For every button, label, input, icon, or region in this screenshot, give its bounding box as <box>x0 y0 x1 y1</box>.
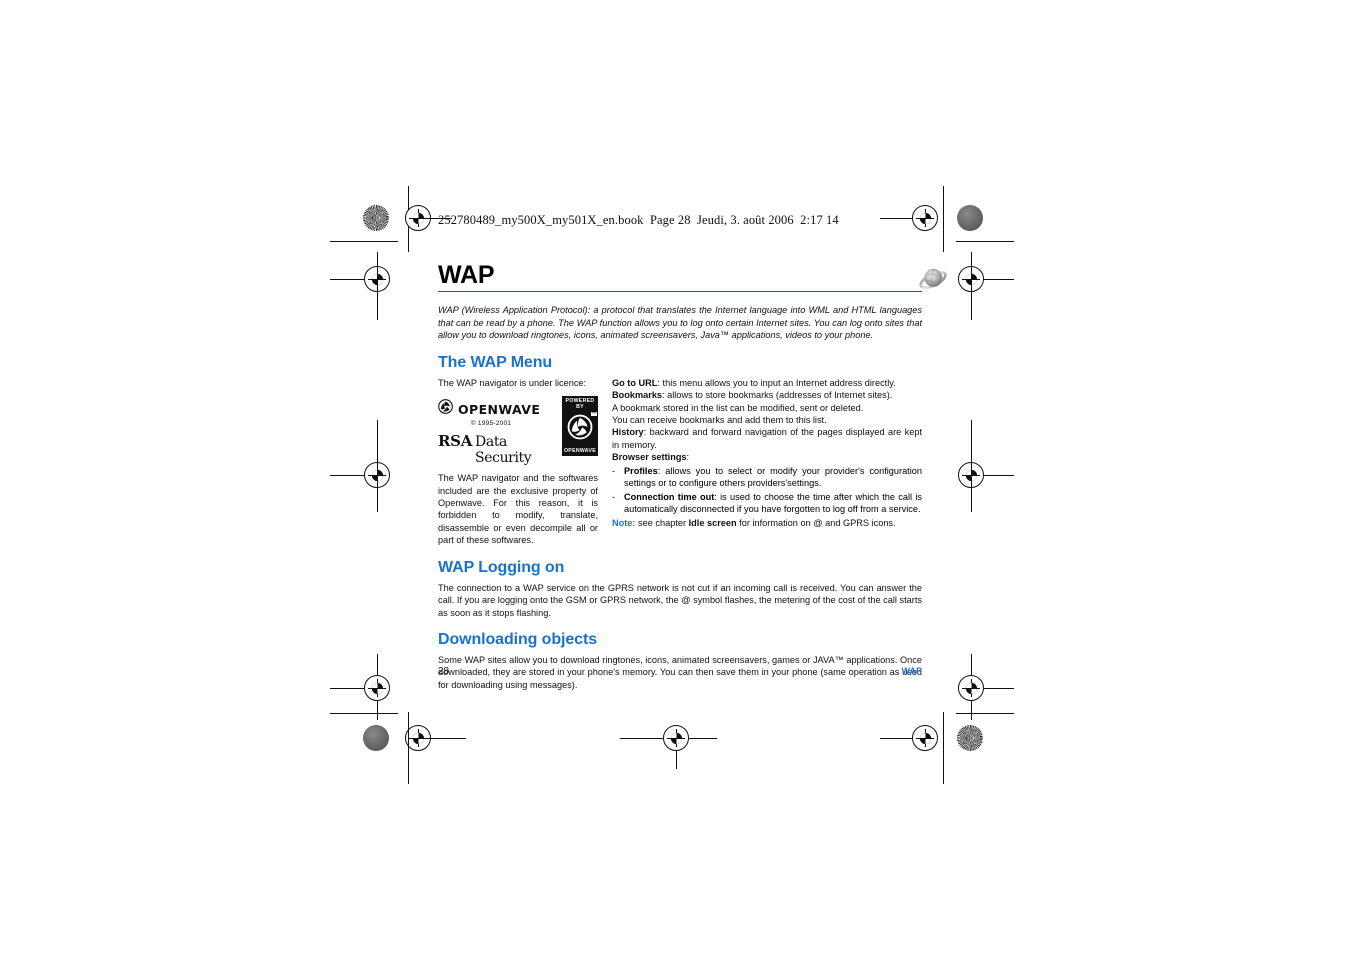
openwave-triskelion-icon <box>438 399 453 419</box>
badge-trademark-symbol: ™ <box>591 410 597 417</box>
badge-logo-area <box>561 411 598 448</box>
reg-extension-left-upper-h <box>330 279 364 280</box>
page-content: WAP WAP (Wireless Application Protocol):… <box>438 261 947 691</box>
menu-desc-history: backward and forward navigation of the p… <box>612 427 922 450</box>
bullet-term-profiles: Profiles <box>624 465 658 476</box>
section-heading-wap-logging-on: WAP Logging on <box>438 558 565 576</box>
list-item: - Connection time out: is used to choose… <box>612 491 922 516</box>
intro-paragraph: WAP (Wireless Application Protocol): a p… <box>438 305 922 341</box>
reg-extension-bottom-right-h <box>880 738 912 739</box>
browser-settings-colon: : <box>686 452 690 463</box>
licence-line: The WAP navigator is under licence: <box>438 377 587 388</box>
reg-extension-top-right-h <box>880 218 912 219</box>
idle-screen-note: Note: see chapter Idle screen for inform… <box>612 517 922 529</box>
globe-icon <box>918 265 948 293</box>
section-heading-downloading-objects: Downloading objects <box>438 631 597 649</box>
openwave-badge-triskelion-icon <box>567 414 593 444</box>
registration-mark-left-lower <box>364 675 390 701</box>
trim-line-bottom-left-v <box>408 712 409 784</box>
registration-mark-right-lower <box>958 675 984 701</box>
wap-menu-left-column: The WAP navigator is under licence: OPEN… <box>438 377 598 547</box>
wap-logging-on-paragraph: The connection to a WAP service on the G… <box>438 582 922 618</box>
trim-line-right-upper-v <box>971 252 972 320</box>
reg-extension-right-lower-h <box>984 688 1014 689</box>
trim-line-top-right-v <box>943 186 944 252</box>
rosette-mark-top-right <box>957 205 983 231</box>
rsa-tagline: Data Security <box>475 434 532 467</box>
browser-settings-list: - Profiles: allows you to select or modi… <box>612 465 922 516</box>
reg-extension-left-middle-h <box>330 475 364 476</box>
menu-item-bookmarks: Bookmarks: allows to store bookmarks (ad… <box>612 389 922 401</box>
bullet-dash-0: - <box>612 465 616 476</box>
trim-line-bottom-right-v <box>943 712 944 784</box>
registration-mark-bottom-center <box>663 725 689 751</box>
bookmarks-note-line-2: You can receive bookmarks and add them t… <box>612 415 827 426</box>
bookmarks-note-line-1: A bookmark stored in the list can be mod… <box>612 402 864 413</box>
openwave-copyright: © 1995-2001 <box>470 420 512 428</box>
page-title: WAP <box>438 261 495 289</box>
browser-settings-label: Browser settings: <box>612 451 922 463</box>
trim-line-right-lower-h <box>956 713 1014 714</box>
bullet-dash-1: - <box>612 491 616 502</box>
openwave-logo: OPENWAVE <box>438 399 544 419</box>
trim-line-left-upper-h <box>330 241 398 242</box>
licence-logos: OPENWAVE © 1995-2001 RSA Data Security P… <box>438 396 598 466</box>
trim-line-right-upper-h <box>956 241 1014 242</box>
page-footer: 28 WAP <box>438 666 922 677</box>
reg-extension-right-upper-h <box>984 279 1014 280</box>
menu-desc-go-to-url: this menu allows you to input an Interne… <box>662 377 896 388</box>
wap-menu-columns: The WAP navigator is under licence: OPEN… <box>438 377 922 547</box>
menu-desc-bookmarks: allows to store bookmarks (addresses of … <box>667 390 893 401</box>
badge-top-text: POWERED BY <box>565 398 595 411</box>
trim-line-right-middle-v <box>971 420 972 512</box>
reg-extension-right-middle-h <box>984 475 1014 476</box>
menu-term-bookmarks: Bookmarks <box>612 390 663 401</box>
openwave-licence-paragraph: The WAP navigator and the softwares incl… <box>438 473 598 546</box>
reg-extension-bottom-center-left-h <box>620 738 663 739</box>
trim-line-left-lower-h <box>330 713 398 714</box>
list-item: - Profiles: allows you to select or modi… <box>612 465 922 490</box>
reg-extension-left-lower-h <box>330 688 364 689</box>
note-bold-idle-screen: Idle screen <box>688 518 737 529</box>
note-pre: see chapter <box>635 518 689 529</box>
note-post: for information on @ and GPRS icons. <box>736 518 896 529</box>
menu-term-history: History <box>612 427 644 438</box>
section-heading-wap-menu: The WAP Menu <box>438 353 553 371</box>
rosette-mark-bottom-left <box>363 725 389 751</box>
trim-line-left-middle-v <box>377 420 378 512</box>
badge-top-label: POWERED BY ™ <box>561 396 598 417</box>
registration-mark-top-right <box>912 205 938 231</box>
badge-bottom-label: OPENWAVE <box>561 447 598 457</box>
reg-extension-bottom-left-h <box>418 738 466 739</box>
bullet-term-connection-time-out: Connection time out <box>624 491 715 502</box>
rosette-mark-top-left <box>363 205 389 231</box>
menu-term-go-to-url: Go to URL <box>612 377 658 388</box>
running-head: WAP <box>901 666 922 676</box>
rosette-mark-bottom-right <box>957 725 983 751</box>
rsa-wordmark: RSA <box>438 432 473 451</box>
note-label: Note: <box>612 518 636 529</box>
browser-settings-term: Browser settings <box>612 452 687 463</box>
rsa-logo: RSA Data Security <box>438 432 544 466</box>
powered-by-openwave-badge: POWERED BY ™ OPENWAVE <box>561 396 598 457</box>
openwave-wordmark: OPENWAVE <box>458 401 541 417</box>
registration-mark-bottom-right <box>912 725 938 751</box>
book-source-line: 252780489_my500X_my501X_en.book Page 28 … <box>438 213 839 227</box>
trim-line-left-upper-v <box>377 252 378 320</box>
menu-item-go-to-url: Go to URL: this menu allows you to input… <box>612 377 922 389</box>
bullet-desc-profiles: allows you to select or modify your prov… <box>624 465 922 489</box>
wap-menu-right-column: Go to URL: this menu allows you to input… <box>612 377 922 530</box>
page-number: 28 <box>438 666 450 677</box>
menu-item-history: History: backward and forward navigation… <box>612 426 922 451</box>
page-title-row: WAP <box>438 261 947 293</box>
reg-extension-bottom-center-right-h <box>689 738 717 739</box>
reg-extension-bottom-center-v <box>676 751 677 769</box>
openwave-rsa-stack: OPENWAVE © 1995-2001 RSA Data Security <box>438 396 544 466</box>
